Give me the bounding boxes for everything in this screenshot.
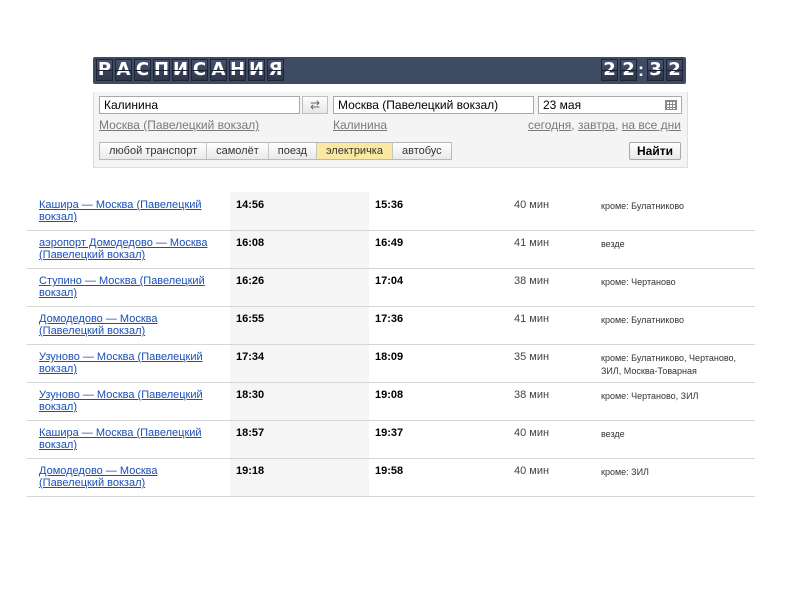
table-row: Домодедово — Москва (Павелецкий вокзал) … bbox=[27, 459, 755, 497]
swap-direction-button[interactable]: ⇄ bbox=[302, 96, 328, 114]
today-link[interactable]: сегодня bbox=[528, 118, 571, 132]
table-row: Кашира — Москва (Павелецкий вокзал) 18:5… bbox=[27, 421, 755, 459]
from-hint-link[interactable]: Москва (Павелецкий вокзал) bbox=[99, 118, 259, 132]
title-letter: С bbox=[134, 59, 151, 81]
stops-info: везде bbox=[601, 239, 625, 249]
stops-info: кроме: Чертаново, ЗИЛ bbox=[601, 391, 699, 401]
calendar-icon[interactable] bbox=[665, 100, 677, 110]
table-row: Узуново — Москва (Павелецкий вокзал) 17:… bbox=[27, 345, 755, 383]
departure-time: 16:55 bbox=[236, 313, 265, 325]
duration: 35 мин bbox=[514, 351, 550, 363]
to-hint-link[interactable]: Калинина bbox=[333, 118, 387, 132]
stops-info: везде bbox=[601, 429, 625, 439]
date-value: 23 мая bbox=[543, 98, 582, 112]
tab-train[interactable]: поезд bbox=[268, 143, 317, 159]
departure-time: 16:26 bbox=[236, 275, 265, 287]
duration: 40 мин bbox=[514, 199, 550, 211]
clock-digit: 2 bbox=[601, 59, 618, 81]
duration: 40 мин bbox=[514, 465, 550, 477]
table-row: Ступино — Москва (Павелецкий вокзал) 16:… bbox=[27, 269, 755, 307]
route-link[interactable]: Ступино — Москва (Павелецкий вокзал) bbox=[39, 275, 224, 299]
title-letter: Р bbox=[96, 59, 113, 81]
route-link[interactable]: Кашира — Москва (Павелецкий вокзал) bbox=[39, 427, 224, 451]
date-field[interactable]: 23 мая bbox=[538, 96, 682, 114]
stops-info: кроме: ЗИЛ bbox=[601, 467, 649, 477]
table-row: Кашира — Москва (Павелецкий вокзал) 14:5… bbox=[27, 193, 755, 231]
tomorrow-link[interactable]: завтра bbox=[578, 118, 615, 132]
search-panel: Калинина ⇄ Москва (Павелецкий вокзал) 23… bbox=[93, 92, 688, 168]
transport-tabs: любой транспорт самолёт поезд электричка… bbox=[99, 142, 452, 160]
title-letter: П bbox=[153, 59, 170, 81]
duration: 41 мин bbox=[514, 313, 550, 325]
departure-time: 18:57 bbox=[236, 427, 265, 439]
date-hints: сегодня, завтра, на все дни bbox=[527, 118, 681, 132]
duration: 38 мин bbox=[514, 275, 550, 287]
title-letter: Я bbox=[267, 59, 284, 81]
schedule-header-board: Р А С П И С А Н И Я 2 2 : 3 2 bbox=[93, 57, 686, 84]
departure-time: 18:30 bbox=[236, 389, 265, 401]
departure-time: 19:18 bbox=[236, 465, 265, 477]
title-letter: С bbox=[191, 59, 208, 81]
clock-digit: 2 bbox=[666, 59, 683, 81]
title-letter: И bbox=[172, 59, 189, 81]
duration: 38 мин bbox=[514, 389, 550, 401]
to-field[interactable]: Москва (Павелецкий вокзал) bbox=[333, 96, 534, 114]
page-title: Р А С П И С А Н И Я bbox=[96, 59, 286, 81]
table-row: Домодедово — Москва (Павелецкий вокзал) … bbox=[27, 307, 755, 345]
route-link[interactable]: Узуново — Москва (Павелецкий вокзал) bbox=[39, 351, 224, 375]
arrival-time: 19:58 bbox=[375, 465, 404, 477]
departure-time: 17:34 bbox=[236, 351, 265, 363]
route-link[interactable]: Узуново — Москва (Павелецкий вокзал) bbox=[39, 389, 224, 413]
duration: 41 мин bbox=[514, 237, 550, 249]
stops-info: кроме: Чертаново bbox=[601, 277, 676, 287]
duration: 40 мин bbox=[514, 427, 550, 439]
stops-info: кроме: Булатниково bbox=[601, 315, 685, 325]
title-letter: А bbox=[210, 59, 227, 81]
route-link[interactable]: Домодедово — Москва (Павелецкий вокзал) bbox=[39, 465, 224, 489]
arrival-time: 17:36 bbox=[375, 313, 404, 325]
from-field[interactable]: Калинина bbox=[99, 96, 300, 114]
arrival-time: 19:37 bbox=[375, 427, 404, 439]
clock-colon: : bbox=[638, 60, 644, 80]
all-days-link[interactable]: на все дни bbox=[622, 118, 681, 132]
arrival-time: 15:36 bbox=[375, 199, 404, 211]
stops-info: кроме: Булатниково bbox=[601, 201, 685, 211]
route-link[interactable]: Домодедово — Москва (Павелецкий вокзал) bbox=[39, 313, 224, 337]
arrival-time: 18:09 bbox=[375, 351, 404, 363]
tab-bus[interactable]: автобус bbox=[392, 143, 451, 159]
stops-info: кроме: Булатниково, Чертаново, ЗИЛ, Моск… bbox=[601, 353, 737, 376]
find-button[interactable]: Найти bbox=[629, 142, 681, 160]
tab-suburban-train[interactable]: электричка bbox=[316, 143, 393, 159]
table-row: Узуново — Москва (Павелецкий вокзал) 18:… bbox=[27, 383, 755, 421]
departure-time: 14:56 bbox=[236, 199, 265, 211]
arrival-time: 16:49 bbox=[375, 237, 404, 249]
clock-digit: 3 bbox=[647, 59, 664, 81]
departure-time: 16:08 bbox=[236, 237, 265, 249]
title-letter: Н bbox=[229, 59, 246, 81]
arrival-time: 17:04 bbox=[375, 275, 404, 287]
title-letter: И bbox=[248, 59, 265, 81]
clock-digit: 2 bbox=[620, 59, 637, 81]
swap-icon: ⇄ bbox=[309, 98, 321, 112]
arrival-time: 19:08 bbox=[375, 389, 404, 401]
route-link[interactable]: Кашира — Москва (Павелецкий вокзал) bbox=[39, 199, 224, 223]
route-link[interactable]: аэропорт Домодедово — Москва (Павелецкий… bbox=[39, 237, 224, 261]
timetable: Кашира — Москва (Павелецкий вокзал) 14:5… bbox=[27, 193, 755, 497]
clock: 2 2 : 3 2 bbox=[599, 59, 683, 81]
title-letter: А bbox=[115, 59, 132, 81]
table-row: аэропорт Домодедово — Москва (Павелецкий… bbox=[27, 231, 755, 269]
tab-any-transport[interactable]: любой транспорт bbox=[100, 143, 208, 159]
tab-plane[interactable]: самолёт bbox=[207, 143, 269, 159]
